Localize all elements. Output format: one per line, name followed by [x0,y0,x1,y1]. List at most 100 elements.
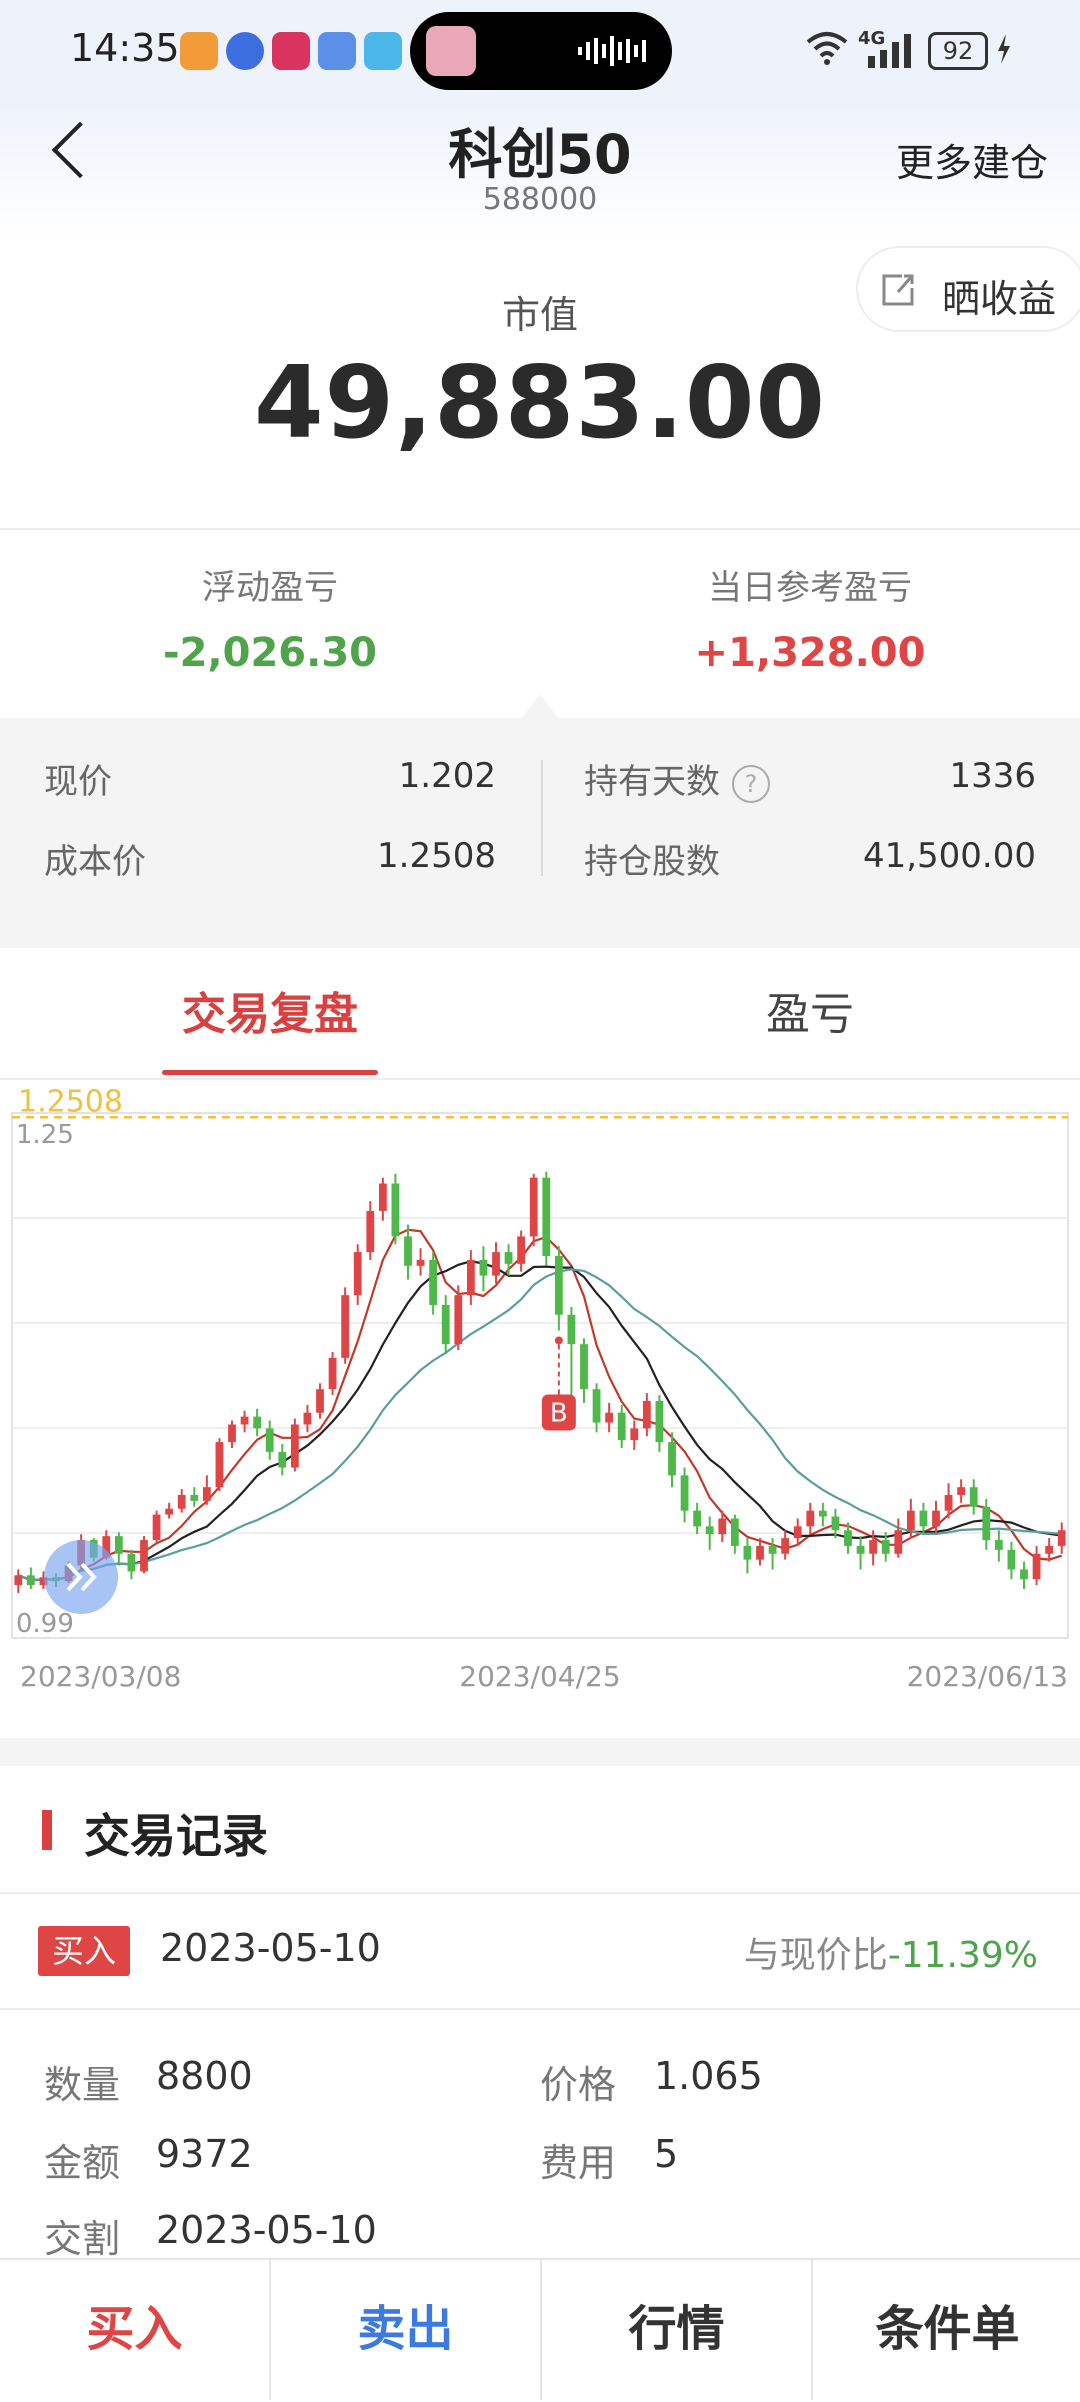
candle-body [290,1424,299,1468]
candle-body [856,1545,865,1554]
candle-body [605,1412,614,1423]
candle-body [152,1514,161,1541]
trade-price-value: 1.065 [654,2054,763,2098]
candle-body [466,1259,475,1296]
candle-body [957,1487,966,1495]
double-chevron-right-icon [66,1562,97,1592]
sell-button[interactable]: 卖出 [271,2258,540,2400]
fee-value: 5 [654,2132,679,2176]
candle-body [793,1526,802,1539]
candle-body [416,1259,425,1266]
candle-body [140,1540,148,1572]
candle-body [906,1510,915,1531]
position-info-panel [0,718,1080,948]
candle-body [806,1510,815,1527]
x-axis-label: 2023/03/08 [20,1660,181,1693]
price-label: 现价 [44,762,112,802]
records-title: 交易记录 [84,1809,268,1863]
candle-body [1045,1545,1054,1554]
candle-body [228,1424,236,1443]
candle-body [881,1540,890,1554]
candle-body [919,1510,928,1527]
candle-body [668,1442,676,1476]
app-icon-5 [364,32,402,70]
candle-body [215,1442,224,1488]
shares-value: 41,500.00 [862,836,1036,876]
candle-body [202,1487,211,1501]
candle-body [253,1416,262,1429]
buy-marker-dot [554,1336,563,1345]
candle-body [177,1494,186,1509]
amount-label: 金额 [44,2141,121,2185]
candle-body [680,1475,689,1511]
candle-body [265,1428,274,1452]
records-accent-bar [42,1810,52,1850]
compare-value: -11.39% [887,1935,1038,1976]
buy-button[interactable]: 买入 [0,2258,269,2400]
candle-body [316,1389,324,1413]
candle-body [504,1252,513,1264]
quote-button[interactable]: 行情 [542,2258,811,2400]
battery-indicator: 92 [928,32,988,70]
candle-body [818,1510,827,1517]
candle-body [341,1295,350,1358]
buy-badge: 买入 [38,1926,130,1976]
candle-body [517,1236,526,1264]
trade-price-label: 价格 [540,2063,617,2107]
candle-body [554,1256,563,1315]
floating-pnl-value: -2,026.30 [163,630,377,676]
candle-body [630,1428,639,1441]
status-bar: 14:35 4G 92 [0,0,1080,100]
buy-marker-label: B [550,1398,568,1428]
candle-body [831,1516,840,1531]
candle-body [592,1389,601,1423]
compare-current-price: 与现价比-11.39% [744,1926,1038,1978]
candle-body [378,1183,387,1211]
island-thumbnail [426,26,476,76]
help-icon[interactable]: ? [732,764,770,803]
daily-pnl-value: +1,328.00 [694,630,926,676]
status-time: 14:35 [70,26,180,70]
candle-body [1032,1553,1041,1580]
candle-body [969,1487,978,1507]
compare-label: 与现价比 [743,1935,888,1976]
info-divider [541,760,543,876]
wifi-icon [806,32,848,65]
shares-label: 持仓股数 [584,842,720,882]
more-position-button[interactable]: 更多建仓 [896,132,1048,187]
candle-body [190,1494,199,1501]
candle-body [542,1177,551,1257]
condition-order-button[interactable]: 条件单 [813,2258,1080,2400]
tab-profit-loss[interactable]: 盈亏 [540,978,1080,1042]
charging-icon [998,34,1010,64]
candle-body [303,1412,312,1425]
candle-body [894,1530,903,1554]
candle-body [944,1494,953,1511]
candle-body [328,1357,337,1390]
candle-body [404,1236,412,1266]
x-axis-label: 2023/06/13 [907,1660,1068,1693]
candle-body [693,1510,702,1527]
app-icon-4 [318,32,356,70]
candle-body [932,1510,940,1527]
candle-body [781,1538,790,1554]
candle-body [642,1400,651,1429]
candle-body [366,1210,375,1253]
expand-chart-button[interactable] [44,1540,118,1614]
candle-body [391,1183,400,1237]
y-axis-top-label: 1.25 [16,1120,74,1150]
candle-body [165,1508,174,1515]
section-gap [0,1738,1080,1766]
market-value: 49,883.00 [253,344,827,461]
app-icon-1 [180,32,218,70]
settlement-value: 2023-05-10 [156,2208,377,2252]
candle-body [14,1575,23,1586]
candle-body [567,1314,576,1345]
record-date: 2023-05-10 [160,1926,381,1970]
tab-trade-review[interactable]: 交易复盘 [0,978,540,1042]
pnl-pointer [522,694,558,718]
candlestick-chart[interactable]: 1.25081.250.992023/03/08 2023/04/25 2023/0… [0,1078,1080,1738]
cost-line-label: 1.2508 [18,1084,123,1119]
candle-body [454,1295,463,1345]
holding-days-text: 持有天数 [584,762,720,802]
